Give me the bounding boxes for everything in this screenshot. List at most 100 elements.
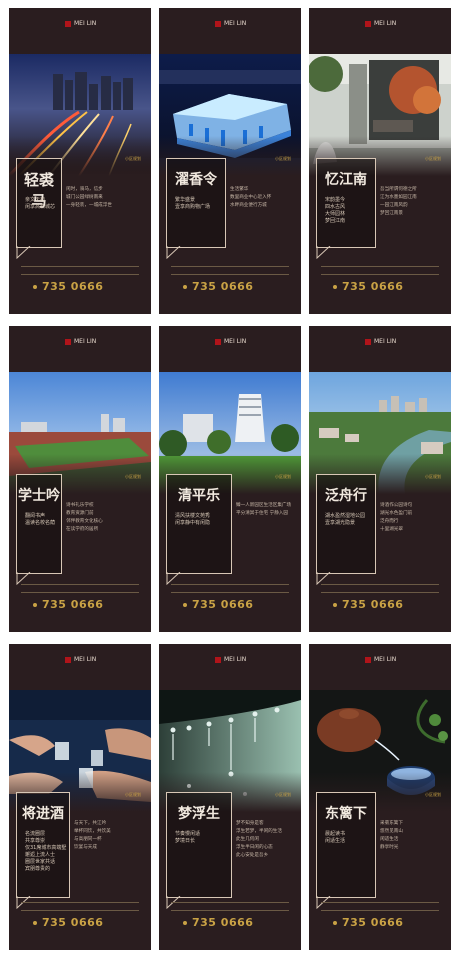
poster-body-text: 采菊东篱下 [380,821,403,826]
bullet-icon [183,921,187,925]
phone-number: 735 0666 [183,598,253,611]
frame-tail [16,896,31,910]
poster-tag: 小区规划 [425,792,441,797]
poster-body-text: 此心安处是吾乡 [236,853,269,858]
poster-subtitle: 宾朋尊贵的 [25,866,51,872]
title-frame: 梦浮生 节奏慢闲适 梦境日长 [166,792,232,898]
divider [21,592,139,593]
poster-subtitle: 闲享高新城芯 [25,204,56,210]
bullet-icon [333,921,337,925]
brand-logo: MEI LIN [365,656,399,666]
poster-subtitle: 大师园林 [325,211,346,217]
divider [21,274,139,275]
poster-body-text: 与天下，共江吟 [74,821,107,826]
poster-body-text: 水畔商业便行方城 [230,203,267,208]
poster-subtitle: 仅31席城市高端墅 [25,845,67,851]
poster-subtitle: 温读名校名荫 [25,520,56,526]
poster-card: MEI LIN 学士吟 翻阅书声 温读名校名荫 诗书礼乐学校 教育资源门前 邻伴教育文化核心… [9,326,151,632]
poster-card: MEI LIN 东篱下 晨起读书 闲适生活 采菊东篱下 悠然见南山 闲适生活 静享时光 小区规划… [309,644,451,950]
poster-subtitle: 闲适生活 [325,838,346,844]
poster-card: MEI LIN 轻裘马 亲文天苑 闲享高新城芯 闲时，骑马，信步 城门公园绿树南来 一身轻装… [9,8,151,314]
frame-tail [16,246,31,260]
logo-mark-icon [365,656,371,663]
bullet-icon [33,285,37,289]
poster-body-text: 此生几何闲 [236,837,259,842]
poster-body-text: 一园江南风韵 [380,203,408,208]
brand-logo: MEI LIN [365,338,399,348]
poster-subtitle: 梦回江南 [325,218,346,224]
poster-body-text: 泛舟而行 [380,519,399,524]
bullet-icon [33,603,37,607]
phone-number: 735 0666 [333,280,403,293]
poster-body-text: 臻一人新园区生活区集广场 [236,503,292,508]
poster-body-text: 一身轻装，一城成浮世 [66,203,112,208]
phone-number: 735 0666 [183,916,253,929]
poster-body-text: 在读学府的居所 [66,527,99,532]
phone-text: 735 0666 [42,280,104,293]
poster-body-text: 城门公园绿树南来 [66,195,103,200]
poster-tag: 小区规划 [275,474,291,479]
poster-body-text: 静享时光 [380,845,399,850]
logo-mark-icon [365,20,371,27]
brand-name: MEI LIN [224,656,247,663]
poster-body-text: 举杯同饮，共饮美 [74,829,111,834]
bullet-icon [183,603,187,607]
poster-card: MEI LIN 泛舟行 湖水盈然湿地公园 壹享湖光隐景 诗酒作公园诗句 湖光水色盈门前 泛舟… [309,326,451,632]
poster-subtitle: 亲文天苑 [25,197,46,203]
poster-card: MEI LIN 忆江南 宋韵墨今 四水古风 大师园林 梦回江南 吾当所谓何德之所 江为水墨如园… [309,8,451,314]
poster-body-text: 生活繁华 [230,187,249,192]
divider [21,910,139,911]
poster-subtitle: 共享尊崇 [25,838,46,844]
brand-name: MEI LIN [74,338,97,345]
poster-body-text: 诗书礼乐学校 [66,503,94,508]
brand-name: MEI LIN [74,20,97,27]
poster-title: 将进酒 [22,806,64,822]
divider [21,584,139,585]
poster-subtitle: 壹享商购物广场 [175,204,211,210]
poster-card: MEI LIN 将进酒 名流圈层 共享尊崇 仅31席城市高端墅 邂逅上流人士 圈层世家共话宾… [9,644,151,950]
poster-body-text: 十里湖光翠 [380,527,403,532]
divider [321,910,439,911]
poster-body-text: 数里商业中心近入怀 [230,195,272,200]
bullet-icon [333,603,337,607]
brand-name: MEI LIN [74,656,97,663]
poster-tag: 小区规划 [425,474,441,479]
divider [171,584,289,585]
poster-body-text: 饮宴与天成 [74,845,97,850]
poster-body-text: 邻伴教育文化核心 [66,519,103,524]
poster-subtitle: 邂逅上流人士 [25,852,56,858]
poster-tag: 小区规划 [125,156,141,161]
phone-number: 735 0666 [183,280,253,293]
brand-logo: MEI LIN [215,20,249,30]
poster-subtitle: 清风扶楼文苑秀 [175,513,211,519]
poster-tag: 小区规划 [275,792,291,797]
brand-logo: MEI LIN [65,20,99,30]
phone-number: 735 0666 [33,598,103,611]
frame-tail [316,896,331,910]
poster-subtitle: 闲享静中有闲隐 [175,520,211,526]
title-frame: 濯香令 繁华盛景 壹享商购物广场 [166,158,226,248]
title-frame: 清平乐 清风扶楼文苑秀 闲享静中有闲隐 [166,474,232,574]
poster-body-text: 湖光水色盈门前 [380,511,413,516]
poster-grid: MEI LIN 轻裘马 亲文天苑 闲享高新城芯 闲时，骑马，信步 城门公园绿树南来 一身轻装… [9,8,451,954]
poster-title: 梦浮生 [178,806,220,822]
logo-mark-icon [215,20,221,27]
logo-mark-icon [65,20,71,27]
phone-text: 735 0666 [342,916,404,929]
poster-body-text: 闲时，骑马，信步 [66,187,103,192]
divider [321,592,439,593]
phone-text: 735 0666 [192,280,254,293]
poster-tag: 小区规划 [125,792,141,797]
divider [171,592,289,593]
logo-mark-icon [65,656,71,663]
brand-logo: MEI LIN [365,20,399,30]
poster-card: MEI LIN 梦浮生 节奏慢闲适 梦境日长 梦不知身是客 浮生若梦，半闲的生活 此生几何闲… [159,644,301,950]
divider [171,902,289,903]
poster-title: 忆江南 [325,172,367,188]
phone-number: 735 0666 [33,916,103,929]
poster-body-text: 梦回江南景 [380,211,403,216]
frame-tail [166,896,181,910]
bullet-icon [33,921,37,925]
poster-body-text: 浮生半日闲的心态 [236,845,273,850]
poster-body-text: 诗酒作公园诗句 [380,503,413,508]
